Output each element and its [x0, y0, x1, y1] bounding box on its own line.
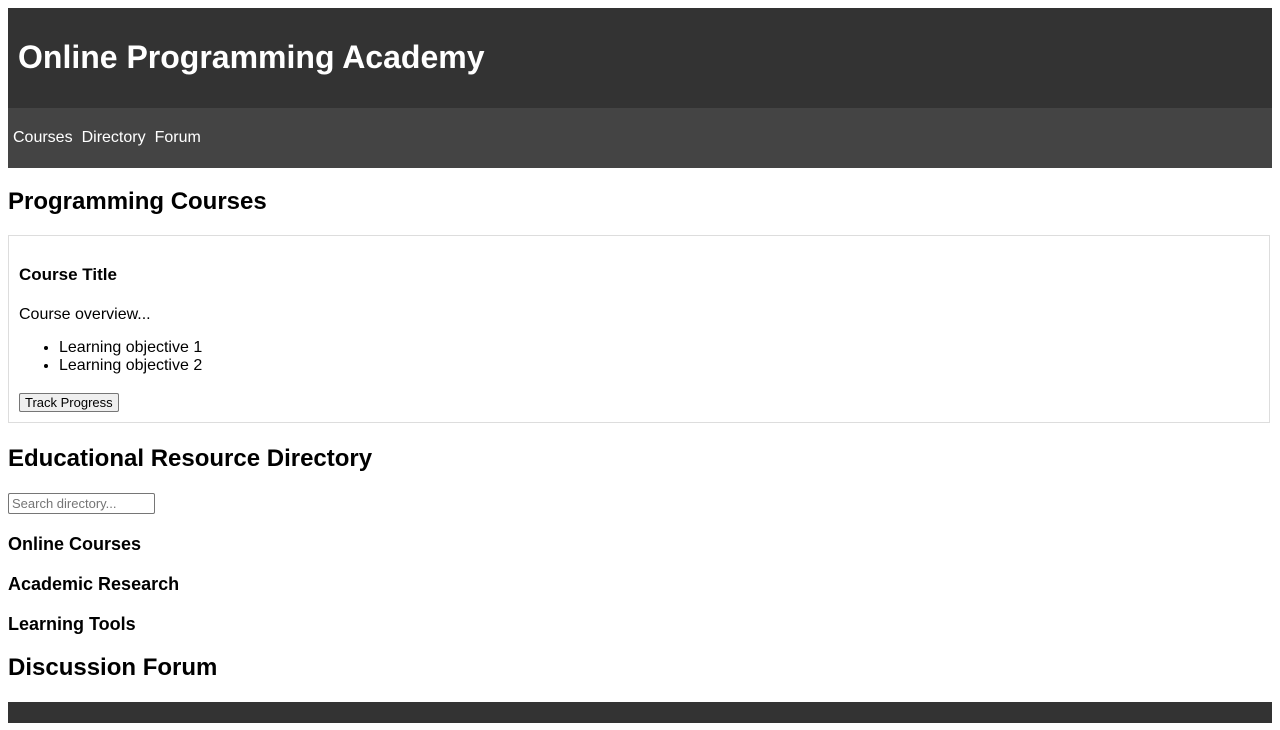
page: Online Programming Academy Courses Direc…: [8, 8, 1272, 723]
category-online-courses: Online Courses: [8, 534, 142, 554]
nav-link-directory[interactable]: Directory: [82, 129, 146, 146]
track-progress-button[interactable]: Track Progress: [19, 393, 119, 412]
directory-search-input[interactable]: [8, 493, 155, 514]
site-title: Online Programming Academy: [18, 39, 485, 75]
category-academic-research: Academic Research: [8, 574, 180, 594]
objective-item: Learning objective 2: [59, 357, 202, 375]
nav-link-courses[interactable]: Courses: [13, 129, 73, 146]
course-title: Course Title: [19, 265, 117, 284]
courses-heading: Programming Courses: [8, 188, 267, 215]
forum-heading: Discussion Forum: [8, 654, 218, 681]
site-footer: [8, 702, 1272, 723]
objective-item: Learning objective 1: [59, 339, 202, 357]
category-learning-tools: Learning Tools: [8, 614, 136, 634]
nav-list: Courses Directory Forum: [13, 129, 210, 147]
site-header: Online Programming Academy: [8, 8, 1272, 108]
course-overview: Course overview...: [19, 306, 151, 323]
directory-heading: Educational Resource Directory: [8, 445, 373, 472]
objectives-list: Learning objective 1 Learning objective …: [19, 339, 202, 375]
main-nav: Courses Directory Forum: [8, 108, 1272, 168]
course-card: Course Title Course overview... Learning…: [8, 235, 1270, 423]
nav-link-forum[interactable]: Forum: [155, 129, 201, 146]
